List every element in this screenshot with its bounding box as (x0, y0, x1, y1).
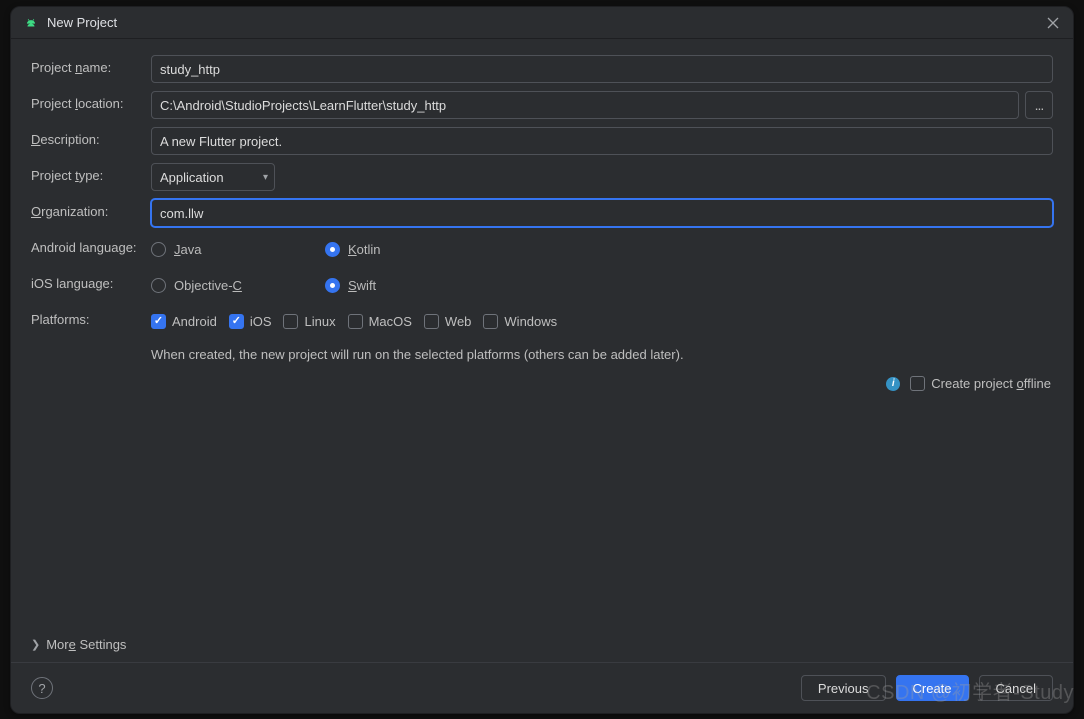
cancel-button[interactable]: Cancel (979, 675, 1053, 701)
close-button[interactable] (1041, 11, 1065, 35)
platforms-note: When created, the new project will run o… (151, 347, 1053, 362)
radio-java[interactable]: Java (151, 242, 281, 257)
description-label: Description: (31, 127, 151, 147)
previous-button[interactable]: Previous (801, 675, 886, 701)
project-type-value: Application (160, 170, 263, 185)
create-button[interactable]: Create (896, 675, 969, 701)
platforms-group: ✓Android ✓iOS Linux MacOS Web Windows (151, 314, 1053, 329)
description-input[interactable] (151, 127, 1053, 155)
android-language-label: Android language: (31, 235, 151, 255)
name-label: Project name: (31, 55, 151, 75)
type-label: Project type: (31, 163, 151, 183)
form-content: Project name: Project location: ... Desc… (11, 39, 1073, 629)
radio-kotlin[interactable]: Kotlin (325, 242, 381, 257)
platform-linux-checkbox[interactable]: Linux (283, 314, 335, 329)
browse-location-button[interactable]: ... (1025, 91, 1053, 119)
window-title: New Project (47, 15, 1041, 30)
chevron-right-icon: ❯ (31, 638, 40, 651)
help-button[interactable]: ? (31, 677, 53, 699)
platform-windows-checkbox[interactable]: Windows (483, 314, 557, 329)
platform-android-checkbox[interactable]: ✓Android (151, 314, 217, 329)
platform-web-checkbox[interactable]: Web (424, 314, 472, 329)
location-label: Project location: (31, 91, 151, 111)
platform-macos-checkbox[interactable]: MacOS (348, 314, 412, 329)
new-project-dialog: New Project Project name: Project locati… (10, 6, 1074, 714)
project-location-input[interactable] (151, 91, 1019, 119)
footer-bar: ? Previous Create Cancel (11, 663, 1073, 713)
project-name-input[interactable] (151, 55, 1053, 83)
chevron-down-icon: ▾ (263, 172, 268, 183)
organization-input[interactable] (151, 199, 1053, 227)
more-settings-toggle[interactable]: ❯ More Settings (11, 629, 1073, 663)
organization-label: Organization: (31, 199, 151, 219)
create-offline-checkbox[interactable]: Create project offline (910, 376, 1051, 391)
title-bar: New Project (11, 7, 1073, 39)
radio-objc[interactable]: Objective-C (151, 278, 281, 293)
ios-language-label: iOS language: (31, 271, 151, 291)
android-studio-icon (23, 15, 39, 31)
info-icon[interactable]: i (886, 377, 900, 391)
radio-swift[interactable]: Swift (325, 278, 376, 293)
project-type-select[interactable]: Application ▾ (151, 163, 275, 191)
platforms-label: Platforms: (31, 307, 151, 327)
platform-ios-checkbox[interactable]: ✓iOS (229, 314, 272, 329)
